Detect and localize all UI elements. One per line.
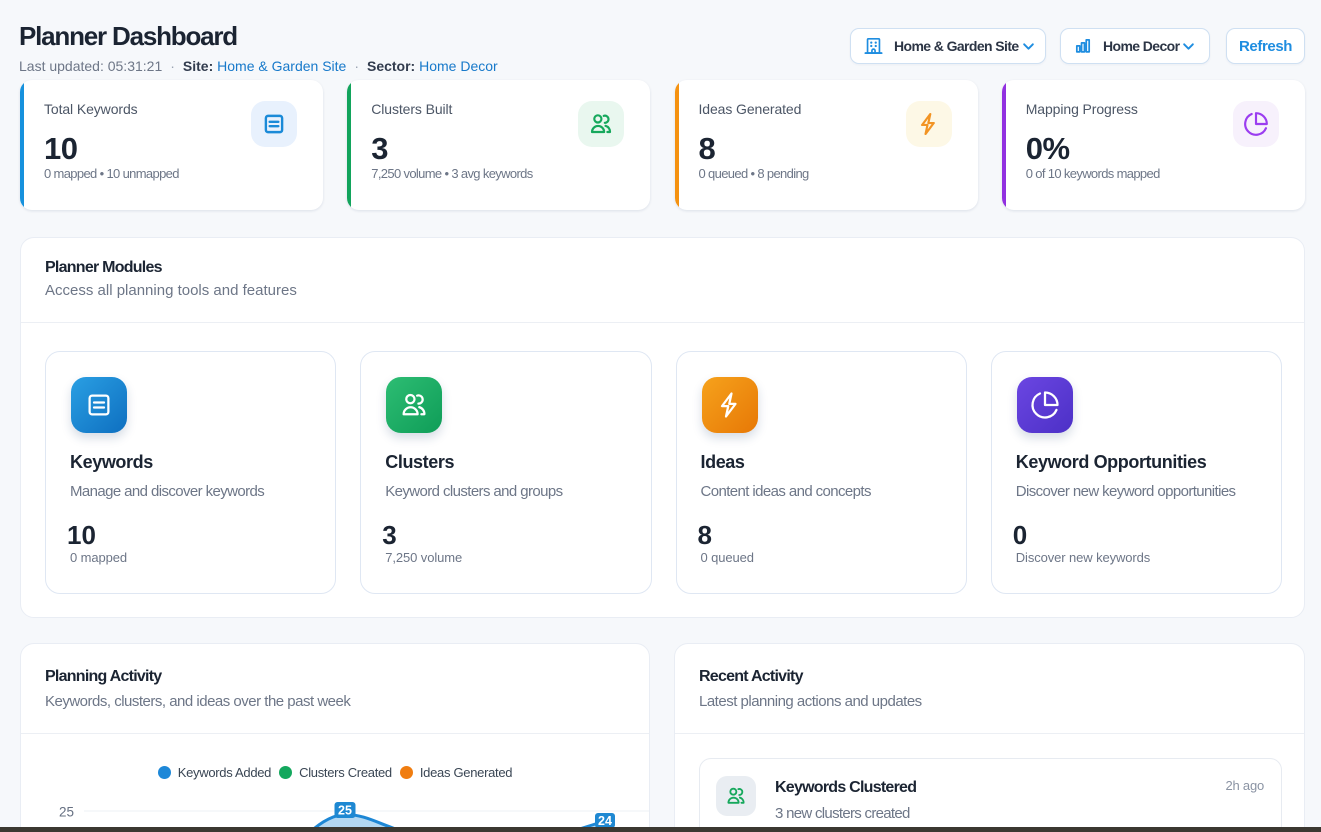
svg-text:25: 25 <box>59 805 74 820</box>
svg-text:25: 25 <box>338 804 352 818</box>
svg-text:24: 24 <box>598 814 612 828</box>
